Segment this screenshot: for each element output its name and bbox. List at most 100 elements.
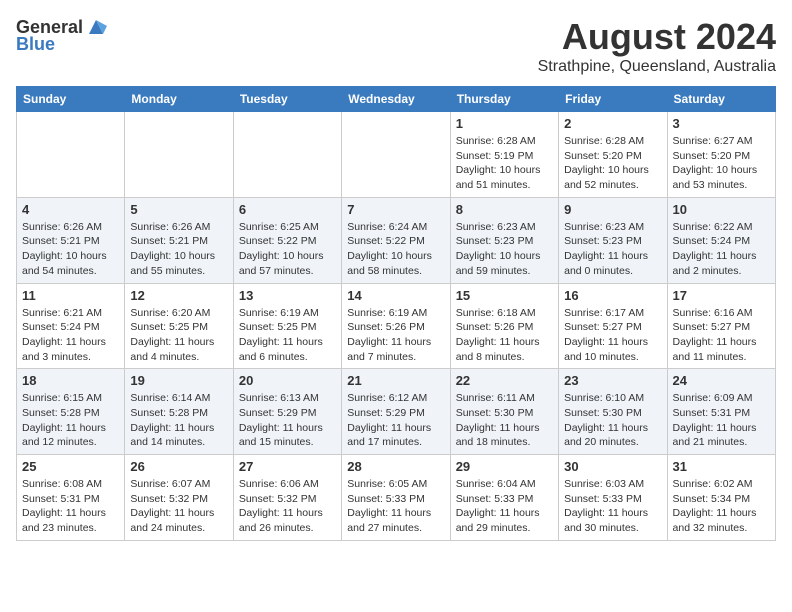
logo-icon — [85, 16, 107, 38]
calendar-cell: 22Sunrise: 6:11 AMSunset: 5:30 PMDayligh… — [450, 369, 558, 455]
day-number: 31 — [673, 459, 770, 474]
calendar-cell: 25 Sunrise: 6:08 AMSunset: 5:31 PMDayligh… — [17, 455, 125, 541]
calendar-cell: 23Sunrise: 6:10 AMSunset: 5:30 PMDayligh… — [559, 369, 667, 455]
day-number: 27 — [239, 459, 336, 474]
day-number: 10 — [673, 202, 770, 217]
calendar-cell: 18 Sunrise: 6:15 AMSunset: 5:28 PMDayligh… — [17, 369, 125, 455]
day-number: 9 — [564, 202, 661, 217]
day-number: 15 — [456, 288, 553, 303]
title-block: August 2024 Strathpine, Queensland, Aust… — [538, 16, 776, 76]
day-info: Sunrise: 6:25 AMSunset: 5:22 PMDaylight:… — [239, 220, 336, 279]
calendar-table: SundayMondayTuesdayWednesdayThursdayFrid… — [16, 86, 776, 541]
logo-blue-text: Blue — [16, 34, 55, 55]
day-info: Sunrise: 6:14 AMSunset: 5:28 PMDaylight:… — [130, 391, 227, 450]
location: Strathpine, Queensland, Australia — [538, 58, 776, 76]
day-number: 26 — [130, 459, 227, 474]
week-row-2: 4 Sunrise: 6:26 AMSunset: 5:21 PMDaylight… — [17, 197, 776, 283]
week-row-4: 18 Sunrise: 6:15 AMSunset: 5:28 PMDayligh… — [17, 369, 776, 455]
calendar-cell: 9 Sunrise: 6:23 AMSunset: 5:23 PMDaylight… — [559, 197, 667, 283]
weekday-header-monday: Monday — [125, 87, 233, 112]
day-number: 21 — [347, 373, 444, 388]
calendar-cell: 11 Sunrise: 6:21 AMSunset: 5:24 PMDayligh… — [17, 283, 125, 369]
day-info: Sunrise: 6:16 AMSunset: 5:27 PMDaylight:… — [673, 306, 770, 365]
calendar-cell: 8 Sunrise: 6:23 AMSunset: 5:23 PMDaylight… — [450, 197, 558, 283]
calendar-cell — [233, 112, 341, 198]
weekday-header-saturday: Saturday — [667, 87, 775, 112]
calendar-cell: 20 Sunrise: 6:13 AMSunset: 5:29 PMDayligh… — [233, 369, 341, 455]
calendar-cell: 19 Sunrise: 6:14 AMSunset: 5:28 PMDayligh… — [125, 369, 233, 455]
calendar-cell: 5 Sunrise: 6:26 AMSunset: 5:21 PMDaylight… — [125, 197, 233, 283]
day-number: 13 — [239, 288, 336, 303]
calendar-cell: 30 Sunrise: 6:03 AMSunset: 5:33 PMDayligh… — [559, 455, 667, 541]
day-number: 7 — [347, 202, 444, 217]
day-info: Sunrise: 6:19 AMSunset: 5:25 PMDaylight:… — [239, 306, 336, 365]
calendar-cell: 7 Sunrise: 6:24 AMSunset: 5:22 PMDaylight… — [342, 197, 450, 283]
calendar-cell: 2 Sunrise: 6:28 AMSunset: 5:20 PMDaylight… — [559, 112, 667, 198]
day-number: 5 — [130, 202, 227, 217]
day-number: 24 — [673, 373, 770, 388]
day-info: Sunrise: 6:26 AMSunset: 5:21 PMDaylight:… — [22, 220, 119, 279]
week-row-5: 25 Sunrise: 6:08 AMSunset: 5:31 PMDayligh… — [17, 455, 776, 541]
month-year: August 2024 — [538, 16, 776, 58]
calendar-cell: 4 Sunrise: 6:26 AMSunset: 5:21 PMDaylight… — [17, 197, 125, 283]
calendar-cell: 14 Sunrise: 6:19 AMSunset: 5:26 PMDayligh… — [342, 283, 450, 369]
day-info: Sunrise: 6:21 AMSunset: 5:24 PMDaylight:… — [22, 306, 119, 365]
day-info: Sunrise: 6:26 AMSunset: 5:21 PMDaylight:… — [130, 220, 227, 279]
calendar-cell: 24Sunrise: 6:09 AMSunset: 5:31 PMDayligh… — [667, 369, 775, 455]
weekday-header-friday: Friday — [559, 87, 667, 112]
calendar-cell: 21 Sunrise: 6:12 AMSunset: 5:29 PMDayligh… — [342, 369, 450, 455]
day-info: Sunrise: 6:15 AMSunset: 5:28 PMDaylight:… — [22, 391, 119, 450]
day-number: 6 — [239, 202, 336, 217]
day-info: Sunrise: 6:08 AMSunset: 5:31 PMDaylight:… — [22, 477, 119, 536]
day-info: Sunrise: 6:02 AMSunset: 5:34 PMDaylight:… — [673, 477, 770, 536]
day-info: Sunrise: 6:04 AMSunset: 5:33 PMDaylight:… — [456, 477, 553, 536]
day-number: 30 — [564, 459, 661, 474]
day-number: 2 — [564, 116, 661, 131]
weekday-header-sunday: Sunday — [17, 87, 125, 112]
calendar-cell: 6 Sunrise: 6:25 AMSunset: 5:22 PMDaylight… — [233, 197, 341, 283]
day-number: 14 — [347, 288, 444, 303]
day-info: Sunrise: 6:10 AMSunset: 5:30 PMDaylight:… — [564, 391, 661, 450]
day-info: Sunrise: 6:03 AMSunset: 5:33 PMDaylight:… — [564, 477, 661, 536]
day-info: Sunrise: 6:18 AMSunset: 5:26 PMDaylight:… — [456, 306, 553, 365]
calendar-cell — [17, 112, 125, 198]
day-info: Sunrise: 6:28 AMSunset: 5:19 PMDaylight:… — [456, 134, 553, 193]
week-row-1: 1Sunrise: 6:28 AMSunset: 5:19 PMDaylight… — [17, 112, 776, 198]
logo: General Blue — [16, 16, 107, 55]
calendar-cell: 12Sunrise: 6:20 AMSunset: 5:25 PMDayligh… — [125, 283, 233, 369]
day-info: Sunrise: 6:23 AMSunset: 5:23 PMDaylight:… — [564, 220, 661, 279]
calendar-cell: 27Sunrise: 6:06 AMSunset: 5:32 PMDayligh… — [233, 455, 341, 541]
calendar-cell: 3 Sunrise: 6:27 AMSunset: 5:20 PMDaylight… — [667, 112, 775, 198]
day-info: Sunrise: 6:28 AMSunset: 5:20 PMDaylight:… — [564, 134, 661, 193]
weekday-header-tuesday: Tuesday — [233, 87, 341, 112]
day-number: 25 — [22, 459, 119, 474]
calendar-cell: 1Sunrise: 6:28 AMSunset: 5:19 PMDaylight… — [450, 112, 558, 198]
calendar-cell: 16Sunrise: 6:17 AMSunset: 5:27 PMDayligh… — [559, 283, 667, 369]
day-number: 19 — [130, 373, 227, 388]
day-number: 8 — [456, 202, 553, 217]
day-number: 11 — [22, 288, 119, 303]
day-info: Sunrise: 6:13 AMSunset: 5:29 PMDaylight:… — [239, 391, 336, 450]
calendar-cell: 13 Sunrise: 6:19 AMSunset: 5:25 PMDayligh… — [233, 283, 341, 369]
day-info: Sunrise: 6:27 AMSunset: 5:20 PMDaylight:… — [673, 134, 770, 193]
day-info: Sunrise: 6:22 AMSunset: 5:24 PMDaylight:… — [673, 220, 770, 279]
day-info: Sunrise: 6:19 AMSunset: 5:26 PMDaylight:… — [347, 306, 444, 365]
calendar-cell — [342, 112, 450, 198]
calendar-cell: 28Sunrise: 6:05 AMSunset: 5:33 PMDayligh… — [342, 455, 450, 541]
calendar-cell: 31 Sunrise: 6:02 AMSunset: 5:34 PMDayligh… — [667, 455, 775, 541]
day-number: 18 — [22, 373, 119, 388]
day-number: 29 — [456, 459, 553, 474]
calendar-cell — [125, 112, 233, 198]
day-number: 20 — [239, 373, 336, 388]
weekday-header-wednesday: Wednesday — [342, 87, 450, 112]
day-number: 4 — [22, 202, 119, 217]
day-info: Sunrise: 6:05 AMSunset: 5:33 PMDaylight:… — [347, 477, 444, 536]
day-info: Sunrise: 6:24 AMSunset: 5:22 PMDaylight:… — [347, 220, 444, 279]
day-info: Sunrise: 6:23 AMSunset: 5:23 PMDaylight:… — [456, 220, 553, 279]
weekday-header-row: SundayMondayTuesdayWednesdayThursdayFrid… — [17, 87, 776, 112]
day-number: 3 — [673, 116, 770, 131]
day-info: Sunrise: 6:12 AMSunset: 5:29 PMDaylight:… — [347, 391, 444, 450]
calendar-cell: 10 Sunrise: 6:22 AMSunset: 5:24 PMDayligh… — [667, 197, 775, 283]
calendar-cell: 29 Sunrise: 6:04 AMSunset: 5:33 PMDayligh… — [450, 455, 558, 541]
day-number: 16 — [564, 288, 661, 303]
